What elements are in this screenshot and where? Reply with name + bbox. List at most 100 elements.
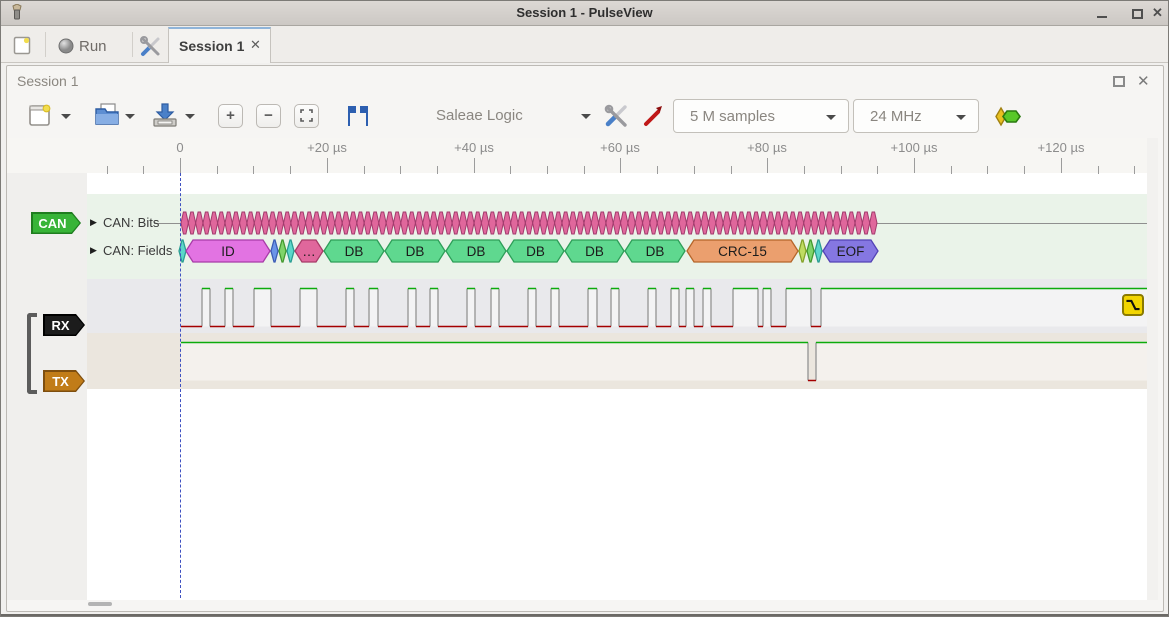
probe-icon[interactable] [639, 103, 665, 129]
ruler-tick [951, 166, 952, 174]
vertical-scroll-gutter[interactable] [1147, 138, 1158, 600]
can-bit-annotation [569, 212, 576, 234]
ruler-tick [694, 166, 695, 174]
zoom-in-button[interactable]: + [218, 104, 243, 128]
can-bit-annotation [371, 212, 378, 234]
can-bit-annotation [423, 212, 430, 234]
run-icon[interactable] [58, 38, 74, 54]
device-select-value: Saleae Logic [436, 107, 523, 124]
can-bit-annotation [752, 212, 759, 234]
can-bit-annotation [503, 212, 510, 234]
restore-icon[interactable] [1113, 76, 1125, 87]
can-bit-annotation [540, 212, 547, 234]
add-decoder-icon[interactable] [994, 106, 1024, 127]
new-session-icon[interactable] [27, 103, 53, 128]
pulse-fill [686, 289, 694, 327]
can-bit-annotation [298, 212, 305, 234]
ruler-tick [804, 166, 805, 174]
trigger-markers-icon[interactable] [345, 105, 371, 127]
pulse-fill [254, 289, 271, 327]
ruler-tick [620, 158, 621, 173]
minimize-icon[interactable] [1097, 16, 1107, 18]
channels-config-icon[interactable] [603, 104, 629, 128]
can-bit-annotation [730, 212, 737, 234]
device-select-arrow-icon [581, 114, 591, 119]
can-field-label: CRC-15 [718, 244, 767, 259]
new-view-icon[interactable] [12, 35, 32, 56]
can-bit-annotation [415, 212, 422, 234]
open-file-dropdown-icon[interactable] [125, 114, 135, 119]
can-bit-annotation [452, 212, 459, 234]
can-bit-annotation [188, 212, 195, 234]
rx-waveform[interactable] [87, 279, 1147, 333]
pulse-fill [408, 289, 416, 327]
pulse-fill [202, 289, 210, 327]
can-bit-annotation [584, 212, 591, 234]
ruler-tick [327, 158, 328, 173]
tab-close-icon[interactable]: ✕ [250, 37, 261, 53]
can-bit-annotation [870, 212, 877, 234]
can-bit-annotation [826, 212, 833, 234]
pulse-fill [786, 289, 811, 327]
maximize-icon[interactable] [1132, 9, 1143, 19]
sample-rate-select[interactable]: 24 MHz [853, 99, 979, 133]
pulse-fill [703, 289, 711, 327]
can-bit-annotation [533, 212, 540, 234]
trigger-marker-badge[interactable] [1122, 294, 1144, 316]
tx-waveform[interactable] [87, 333, 1147, 389]
pulse-fill [648, 289, 656, 327]
session-window-title[interactable]: Session 1 [17, 73, 78, 89]
can-bit-annotation [328, 212, 335, 234]
can-bit-annotation [789, 212, 796, 234]
can-bit-annotation [313, 212, 320, 234]
ruler-major-label: 0 [176, 140, 183, 155]
open-file-icon[interactable] [93, 101, 121, 128]
sample-rate-arrow-icon [956, 115, 966, 120]
pulse-fill [225, 289, 233, 327]
can-bit-annotation [657, 212, 664, 234]
save-file-dropdown-icon[interactable] [185, 114, 195, 119]
ruler-tick [143, 166, 144, 174]
can-annotations: ID…DBDBDBDBDBDBCRC-15EOF [87, 194, 1147, 279]
time-cursor[interactable] [180, 173, 181, 598]
can-bit-annotation [650, 212, 657, 234]
can-bit-annotation [811, 212, 818, 234]
ruler-tick [474, 158, 475, 173]
can-bit-annotation [547, 212, 554, 234]
can-field-annotation [799, 240, 806, 262]
can-bit-annotation [240, 212, 247, 234]
session-close-icon[interactable]: ✕ [1137, 72, 1150, 90]
ruler-tick [290, 166, 291, 174]
ruler-major-label: +100 µs [891, 140, 938, 155]
toolbar-separator [45, 32, 46, 57]
sample-count-select[interactable]: 5 M samples [673, 99, 849, 133]
can-field-label: … [302, 244, 316, 259]
can-field-label: DB [467, 244, 486, 259]
pulse-fill [816, 343, 1147, 381]
run-button[interactable]: Run [79, 38, 107, 55]
ruler-major-label: +80 µs [747, 140, 787, 155]
pulse-fill [467, 289, 475, 327]
ruler-tick [400, 166, 401, 174]
toolbar-separator [132, 32, 133, 57]
decoder-tag-can[interactable]: CAN [31, 212, 81, 234]
new-session-dropdown-icon[interactable] [61, 114, 71, 119]
horizontal-scrollbar-thumb[interactable] [88, 602, 112, 606]
ruler-tick [180, 158, 181, 173]
channel-group-bracket[interactable] [27, 313, 37, 394]
save-file-icon[interactable] [151, 101, 179, 128]
pulse-fill [430, 289, 438, 327]
can-bit-annotation [474, 212, 481, 234]
can-bit-annotation [716, 212, 723, 234]
settings-tools-icon[interactable] [139, 35, 161, 57]
can-bit-annotation [276, 212, 283, 234]
close-icon[interactable]: ✕ [1152, 5, 1163, 21]
device-select[interactable]: Saleae Logic [426, 99, 598, 133]
title-bar[interactable]: Session 1 - PulseView ✕ [1, 1, 1168, 26]
zoom-fit-button[interactable] [294, 104, 319, 128]
can-bit-annotation [254, 212, 261, 234]
can-bit-annotation [723, 212, 730, 234]
can-bit-annotation [430, 212, 437, 234]
tab-label[interactable]: Session 1 [179, 38, 244, 54]
zoom-out-button[interactable]: − [256, 104, 281, 128]
